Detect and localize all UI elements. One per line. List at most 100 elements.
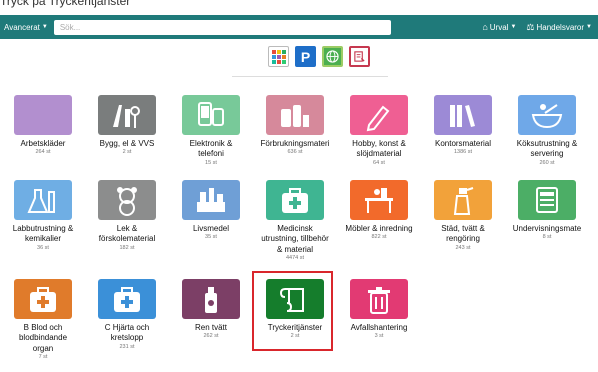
caret-down-icon: ▼: [586, 24, 592, 30]
category-count: 2 st: [122, 149, 132, 156]
category-count: 260 st: [539, 159, 555, 166]
category-tile-möbler-inredning[interactable]: Möbler & inredning 822 st: [337, 180, 421, 241]
category-count: 64 st: [373, 159, 385, 166]
category-tile-hobby-konst-slöjdmaterial[interactable]: Hobby, konst & slöjdmaterial 64 st: [337, 95, 421, 166]
category-icon-box: [434, 95, 492, 135]
category-tile-undervisningsmate[interactable]: Undervisningsmate 8 st: [505, 180, 589, 241]
category-tile-c-hjärta-och-kretslopp[interactable]: C Hjärta och kretslopp 231 st: [85, 279, 169, 350]
first-aid-icon: [30, 287, 56, 312]
category-count: 15 st: [205, 159, 217, 166]
category-icon-box: [266, 180, 324, 220]
teddy-bear-icon: [117, 187, 137, 216]
category-name: Labbutrustning & kemikalier: [12, 224, 74, 244]
handelsvaror-dropdown[interactable]: ⚖ Handelsvaror ▼: [526, 22, 592, 33]
category-tile-städ-tvätt-rengöring[interactable]: Städ, tvätt & rengöring 243 st: [421, 180, 505, 251]
category-name: Avfallshantering: [350, 323, 408, 332]
lab-flask-icon: [27, 189, 55, 213]
category-tile-arbetskläder[interactable]: Arbetskläder 264 st: [1, 95, 85, 156]
category-tile-labbutrustning-kemikalier[interactable]: Labbutrustning & kemikalier 36 st: [1, 180, 85, 251]
category-name: Köksutrustning & servering: [516, 139, 578, 159]
category-count: 264 st: [35, 149, 51, 156]
clothing-icon: [19, 97, 67, 133]
caret-down-icon: ▼: [510, 24, 517, 30]
pencil-icon: [366, 105, 390, 132]
category-icon-box: [14, 279, 72, 319]
category-name: Lek & förskolematerial: [98, 224, 156, 244]
urval-label: Urval: [489, 22, 509, 32]
category-name: Städ, tvätt & rengöring: [441, 224, 485, 244]
category-name: Kontorsmaterial: [434, 139, 492, 148]
category-count: 4474 st: [285, 255, 305, 262]
category-tile-förbrukningsmateri[interactable]: Förbrukningsmateri 636 st: [253, 95, 337, 156]
category-name: Bygg, el & VVS: [99, 139, 155, 148]
search-input[interactable]: [53, 19, 391, 35]
category-icon-box: [14, 180, 72, 220]
category-icon-box: [434, 180, 492, 220]
category-icon-box: [350, 95, 408, 135]
category-count: 822 st: [371, 234, 387, 241]
grid-app-icon[interactable]: [268, 46, 289, 67]
category-count: 7 st: [38, 354, 48, 361]
trash-icon: [368, 287, 390, 314]
category-tile-avfallshantering[interactable]: Avfallshantering 3 st: [337, 279, 421, 340]
category-icon-box: [350, 180, 408, 220]
first-aid-icon: [282, 188, 308, 213]
category-name: Ren tvätt: [194, 323, 227, 332]
category-tile-elektronik-telefoni[interactable]: Elektronik & telefoni 15 st: [169, 95, 253, 166]
category-name: B Blod och blodbindande organ: [18, 323, 68, 353]
tools-icon: [113, 105, 140, 128]
category-name: Förbrukningsmateri: [260, 139, 330, 148]
category-tile-kontorsmaterial[interactable]: Kontorsmaterial 1386 st: [421, 95, 505, 156]
category-count: 262 st: [203, 333, 219, 340]
category-count: 1386 st: [453, 149, 473, 156]
category-count: 182 st: [119, 244, 135, 251]
detergent-icon: [205, 287, 217, 313]
category-tile-ren-tvätt[interactable]: Ren tvätt 262 st: [169, 279, 253, 340]
category-count: 636 st: [287, 149, 303, 156]
category-icon-box: [518, 95, 576, 135]
category-icon-box: [266, 95, 324, 135]
category-icon-box: [182, 279, 240, 319]
consumables-icon: [281, 105, 309, 127]
category-icon-box: [98, 95, 156, 135]
category-tile-köksutrustning-servering[interactable]: Köksutrustning & servering 260 st: [505, 95, 589, 166]
globe-app-icon[interactable]: [322, 46, 343, 67]
category-icon-box: [98, 279, 156, 319]
food-icon: [197, 188, 225, 212]
category-name: Livsmedel: [192, 224, 229, 233]
advanced-dropdown[interactable]: Avancerat ▼: [4, 23, 48, 32]
category-tile-bygg-el-vvs[interactable]: Bygg, el & VVS 2 st: [85, 95, 169, 156]
category-tile-medicinsk-utrustning-tillbehör-material[interactable]: Medicinsk utrustning, tillbehör & material…: [253, 180, 337, 262]
category-name: Arbetskläder: [20, 139, 66, 148]
category-icon-box: [518, 180, 576, 220]
category-name: Hobby, konst & slöjdmaterial: [352, 139, 406, 159]
category-count: 35 st: [205, 234, 217, 241]
category-count: 243 st: [455, 244, 471, 251]
handelsvaror-label: Handelsvaror: [536, 22, 585, 32]
whiteboard-icon: [536, 187, 558, 213]
category-icon-box: [182, 95, 240, 135]
category-tile-lek-förskolematerial[interactable]: Lek & förskolematerial 182 st: [85, 180, 169, 251]
scale-icon: ⚖: [526, 21, 535, 32]
category-count: 36 st: [37, 244, 49, 251]
category-icon-box: [182, 180, 240, 220]
category-count: 8 st: [542, 234, 552, 241]
category-tile-livsmedel[interactable]: Livsmedel 35 st: [169, 180, 253, 241]
app-switcher: P: [268, 46, 370, 67]
category-name: Undervisningsmate: [512, 224, 582, 233]
bowl-icon: [531, 104, 563, 129]
highlight-frame: [252, 271, 333, 351]
parking-app-icon[interactable]: P: [295, 46, 316, 67]
category-icon-box: [350, 279, 408, 319]
category-tile-b-blod-och-blodbindande-organ[interactable]: B Blod och blodbindande organ 7 st: [1, 279, 85, 361]
advanced-label: Avancerat: [4, 22, 40, 32]
urval-dropdown[interactable]: ⌂ Urval ▼: [482, 22, 516, 32]
header-divider: [232, 76, 388, 77]
caret-down-icon: ▼: [41, 24, 48, 30]
top-navbar: Avancerat ▼ ⌂ Urval ▼ ⚖ Handelsvaror ▼: [0, 15, 598, 39]
category-name: C Hjärta och kretslopp: [104, 323, 150, 343]
category-name: Medicinsk utrustning, tillbehör & material: [261, 224, 329, 254]
instruction-caption: Tryck på Tryckeritjänster: [0, 0, 131, 8]
category-name: Elektronik & telefoni: [189, 139, 233, 159]
document-app-icon[interactable]: [349, 46, 370, 67]
